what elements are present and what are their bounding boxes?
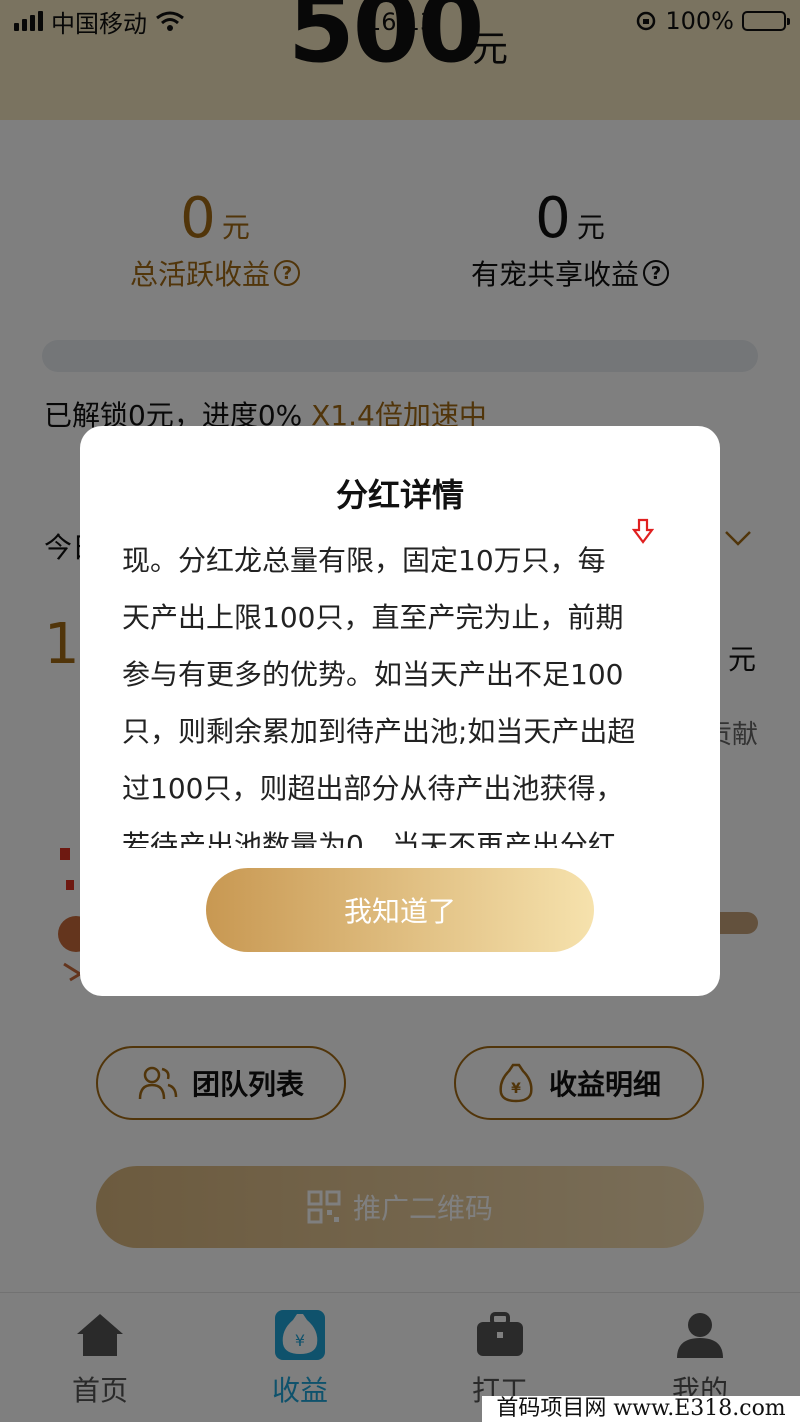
modal-text-line: 若待产出池数量为0，当天不再产出分红 [122, 829, 616, 848]
modal-text-line: 只，则剩余累加到待产出池;如当天产出超 [122, 715, 636, 748]
scroll-down-arrow-icon [632, 518, 654, 544]
dividend-detail-modal: 分红详情 现。分红龙总量有限，固定10万只，每 天产出上限100只，直至产完为止… [80, 426, 720, 996]
acknowledge-button[interactable]: 我知道了 [206, 868, 594, 952]
modal-text-line: 现。分红龙总量有限，固定10万只，每 [122, 544, 606, 577]
site-watermark: 首码项目网 www.E318.com [482, 1396, 800, 1422]
modal-body[interactable]: 现。分红龙总量有限，固定10万只，每 天产出上限100只，直至产完为止，前期 参… [122, 532, 682, 848]
modal-text-line: 天产出上限100只，直至产完为止，前期 [122, 601, 624, 634]
modal-title: 分红详情 [335, 476, 464, 514]
modal-text-line: 参与有更多的优势。如当天产出不足100 [122, 658, 624, 691]
modal-text-line: 过100只，则超出部分从待产出池获得， [122, 772, 624, 805]
